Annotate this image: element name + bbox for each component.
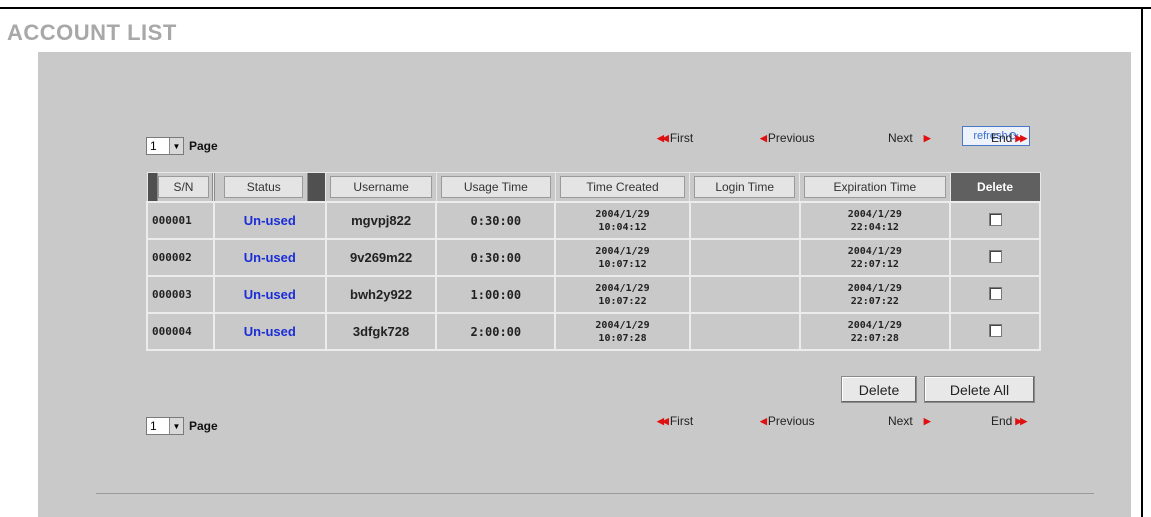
table-header-row: S/N Status Username Usage Time Time Crea… <box>146 172 1041 203</box>
cell-usage-time: 0:30:00 <box>435 201 557 240</box>
first-icon: ◀◀ <box>657 132 669 143</box>
cell-expiration-time: 2004/1/29 22:07:22 <box>798 275 952 314</box>
column-header-username[interactable]: Username <box>325 172 437 203</box>
previous-label: Previous <box>767 414 815 428</box>
table-row: 000003 Un-used bwh2y922 1:00:00 2004/1/2… <box>146 275 1041 314</box>
previous-icon: ◀ <box>760 132 767 143</box>
cell-sn: 000001 <box>146 201 215 240</box>
cell-time-created: 2004/1/29 10:07:22 <box>554 275 691 314</box>
cell-status: Un-used <box>212 201 327 240</box>
cell-status: Un-used <box>212 275 327 314</box>
cell-usage-time: 0:30:00 <box>435 238 557 277</box>
cell-time-created: 2004/1/29 10:07:28 <box>554 312 691 351</box>
cell-status: Un-used <box>212 312 327 351</box>
first-icon: ◀◀ <box>657 415 669 426</box>
frame-right-border <box>1141 7 1143 517</box>
column-header-delete: Delete <box>949 172 1041 203</box>
pager-bottom: ◀◀ First ◀ Previous Next ▶ End ▶▶ <box>0 411 1151 431</box>
cell-login-time <box>688 201 801 240</box>
cell-sn: 000002 <box>146 238 215 277</box>
cell-usage-time: 2:00:00 <box>435 312 557 351</box>
cell-sn: 000004 <box>146 312 215 351</box>
first-link-top[interactable]: ◀◀ First <box>657 131 693 145</box>
previous-icon: ◀ <box>760 415 767 426</box>
delete-checkbox[interactable] <box>988 249 1002 263</box>
panel-divider <box>96 493 1094 494</box>
delete-checkbox[interactable] <box>988 212 1002 226</box>
first-link-bottom[interactable]: ◀◀ First <box>657 414 693 428</box>
cell-time-created: 2004/1/29 10:07:12 <box>554 238 691 277</box>
previous-link-bottom[interactable]: ◀ Previous <box>760 414 815 428</box>
previous-label: Previous <box>767 131 815 145</box>
cell-delete <box>949 275 1041 314</box>
frame-top-border <box>0 7 1151 9</box>
cell-username: bwh2y922 <box>324 275 438 314</box>
cell-sn: 000003 <box>146 275 215 314</box>
first-label: First <box>669 414 694 428</box>
table-row: 000004 Un-used 3dfgk728 2:00:00 2004/1/2… <box>146 312 1041 351</box>
end-link-top[interactable]: End ▶▶ <box>991 131 1027 145</box>
cell-expiration-time: 2004/1/29 22:04:12 <box>798 201 952 240</box>
end-icon: ▶▶ <box>1015 132 1027 143</box>
delete-all-button[interactable]: Delete All <box>924 376 1035 403</box>
cell-time-created: 2004/1/29 10:04:12 <box>554 201 691 240</box>
first-label: First <box>669 131 694 145</box>
table-row: 000002 Un-used 9v269m22 0:30:00 2004/1/2… <box>146 238 1041 277</box>
column-header-login-time[interactable]: Login Time <box>689 172 801 203</box>
table-row: 000001 Un-used mgvpj822 0:30:00 2004/1/2… <box>146 201 1041 240</box>
next-label: Next <box>888 131 913 145</box>
end-link-bottom[interactable]: End ▶▶ <box>991 414 1027 428</box>
cell-delete <box>949 238 1041 277</box>
column-header-expiration-time[interactable]: Expiration Time <box>799 172 951 203</box>
column-header-usage-time[interactable]: Usage Time <box>435 172 556 203</box>
cell-login-time <box>688 238 801 277</box>
next-icon: ▶ <box>923 132 931 143</box>
cell-login-time <box>688 312 801 351</box>
next-link-bottom[interactable]: Next ▶ <box>888 414 931 428</box>
cell-username: 3dfgk728 <box>324 312 438 351</box>
next-icon: ▶ <box>923 415 931 426</box>
end-icon: ▶▶ <box>1015 415 1027 426</box>
cell-login-time <box>688 275 801 314</box>
cell-status: Un-used <box>212 238 327 277</box>
column-header-status[interactable]: Status <box>213 172 327 203</box>
end-label: End <box>991 414 1013 428</box>
cell-username: mgvpj822 <box>324 201 438 240</box>
delete-button[interactable]: Delete <box>841 376 917 403</box>
page-title: ACCOUNT LIST <box>7 20 177 45</box>
delete-checkbox[interactable] <box>988 323 1002 337</box>
delete-checkbox[interactable] <box>988 286 1002 300</box>
pager-top: ◀◀ First ◀ Previous Next ▶ End ▶▶ <box>0 128 1151 148</box>
cell-username: 9v269m22 <box>324 238 438 277</box>
end-label: End <box>991 131 1013 145</box>
cell-delete <box>949 201 1041 240</box>
next-label: Next <box>888 414 913 428</box>
account-table: S/N Status Username Usage Time Time Crea… <box>146 172 1041 351</box>
column-header-sn[interactable]: S/N <box>146 172 215 203</box>
cell-expiration-time: 2004/1/29 22:07:12 <box>798 238 952 277</box>
previous-link-top[interactable]: ◀ Previous <box>760 131 815 145</box>
next-link-top[interactable]: Next ▶ <box>888 131 931 145</box>
cell-expiration-time: 2004/1/29 22:07:28 <box>798 312 952 351</box>
cell-usage-time: 1:00:00 <box>435 275 557 314</box>
column-header-time-created[interactable]: Time Created <box>554 172 691 203</box>
cell-delete <box>949 312 1041 351</box>
